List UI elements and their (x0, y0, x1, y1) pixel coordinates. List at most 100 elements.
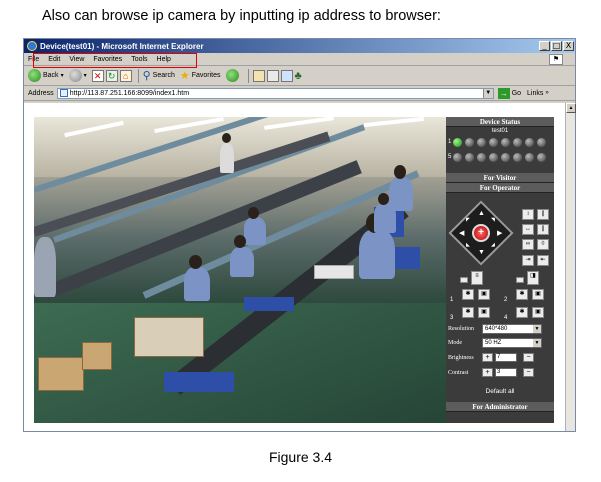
preset-tall-icon: ◨ (527, 271, 539, 285)
toolbar-divider (247, 68, 249, 83)
links-button[interactable]: Links (527, 90, 543, 97)
preset-set-icon[interactable]: ✱ (462, 289, 474, 300)
brightness-label: Brightness (448, 354, 474, 361)
mail-icon[interactable] (252, 69, 265, 82)
pan-up-icon[interactable]: ▲ (478, 210, 485, 217)
stop-horizontal-icon[interactable]: ∥ (537, 224, 549, 235)
chevron-down-icon: ▾ (83, 73, 87, 79)
for-visitor-header[interactable]: For Visitor (446, 173, 554, 183)
minimize-button[interactable]: _ (539, 41, 550, 51)
search-button[interactable]: ⚲ Search (143, 69, 175, 82)
pan-down-right-icon[interactable]: ◢ (491, 242, 495, 248)
horizontal-patrol-icon[interactable]: ↔ (522, 224, 534, 235)
media-icon[interactable] (225, 69, 239, 82)
video-paper (314, 265, 354, 279)
brightness-plus-button[interactable]: + (482, 353, 493, 362)
vertical-scrollbar[interactable]: ▲ (565, 103, 576, 431)
mode-select[interactable]: 50 HZ ▼ (482, 337, 542, 348)
title-bar: Device(test01) - Microsoft Internet Expl… (24, 39, 575, 53)
messenger-icon[interactable]: ♣ (295, 70, 302, 82)
status-led-icon (477, 152, 486, 162)
video-bin (244, 297, 294, 311)
back-button[interactable]: Back ▾ (28, 69, 64, 82)
video-worker-head (189, 255, 202, 269)
go-button[interactable]: → Go (497, 87, 522, 99)
ie-icon (27, 41, 37, 51)
preset-label: 1 (450, 297, 454, 303)
mirror-icon[interactable]: ◊ (537, 239, 549, 250)
maximize-button[interactable]: □ (551, 41, 562, 51)
status-led-icon (489, 152, 498, 162)
refresh-icon[interactable]: ↻ (105, 69, 118, 82)
page-icon (59, 89, 68, 97)
favorites-button[interactable]: ★ Favorites (180, 69, 221, 82)
status-led-icon (501, 137, 510, 147)
for-operator-header[interactable]: For Operator (446, 183, 554, 193)
back-label: Back (43, 72, 59, 79)
video-worker (184, 267, 210, 301)
for-administrator-header[interactable]: For Administrator (446, 402, 554, 412)
preset-save-icon[interactable]: ▣ (532, 289, 544, 300)
stop-icon[interactable]: ✕ (91, 69, 104, 82)
video-bin (164, 372, 234, 392)
address-input[interactable]: http://113.87.251.166:8099/index1.htm ▼ (56, 87, 494, 99)
default-all-button[interactable]: Default all (446, 388, 554, 395)
mode-value: 50 HZ (485, 339, 502, 346)
preset-label: 3 (450, 315, 454, 321)
mode-row: Mode 50 HZ ▼ (448, 337, 552, 348)
resolution-select[interactable]: 640*480 ▼ (482, 323, 542, 334)
preset-save-icon[interactable]: ▣ (478, 289, 490, 300)
preset-set-icon[interactable]: ✱ (516, 289, 528, 300)
edit-icon[interactable] (280, 69, 293, 82)
go-label: Go (511, 89, 522, 97)
print-icon[interactable] (266, 69, 279, 82)
stop-vertical-icon[interactable]: ∥ (537, 209, 549, 220)
video-worker (34, 237, 56, 297)
preset-set-icon[interactable]: ✱ (462, 307, 474, 318)
close-button[interactable]: X (563, 41, 574, 51)
pan-down-left-icon[interactable]: ◣ (466, 242, 470, 248)
preset-save-icon[interactable]: ▣ (478, 307, 490, 318)
video-worker (230, 247, 254, 277)
favorites-label: Favorites (191, 72, 221, 79)
brightness-minus-button[interactable]: − (523, 353, 534, 362)
pan-up-left-icon[interactable]: ◤ (466, 217, 470, 223)
contrast-minus-button[interactable]: − (523, 368, 534, 377)
contrast-plus-button[interactable]: + (482, 368, 493, 377)
preset-set-icon[interactable]: ✱ (516, 307, 528, 318)
pan-right-icon[interactable]: ▶ (497, 229, 502, 237)
preset-save-icon[interactable]: ▣ (532, 307, 544, 318)
brightness-value: 7 (495, 353, 517, 362)
flip-icon[interactable]: ∞ (522, 239, 534, 250)
video-box (82, 342, 112, 370)
chevron-down-icon[interactable]: ▼ (482, 88, 493, 98)
video-worker (374, 203, 396, 233)
scroll-up-icon[interactable]: ▲ (566, 103, 576, 113)
star-icon: ★ (179, 70, 190, 82)
search-label: Search (152, 72, 175, 79)
pan-left-icon[interactable]: ◀ (459, 229, 464, 237)
contrast-value: 3 (495, 368, 517, 377)
resolution-value: 640*480 (485, 325, 508, 332)
video-worker (244, 217, 266, 245)
io-off-icon[interactable]: ⇤ (537, 255, 549, 266)
back-arrow-icon (28, 69, 41, 82)
video-worker-head (222, 133, 231, 143)
ptz-center-button[interactable]: + (472, 224, 490, 242)
camera-video-feed (34, 117, 446, 423)
ptz-control-pad: ▲ ▼ ◀ ▶ ◤ ◥ ◣ ◢ + (448, 200, 514, 266)
vertical-patrol-icon[interactable]: ↕ (522, 209, 534, 220)
preset-label: 2 (504, 297, 508, 303)
preset-small-icon (460, 277, 468, 283)
pan-down-icon[interactable]: ▼ (478, 249, 485, 256)
home-icon[interactable]: ⌂ (119, 69, 132, 82)
status-led-row: 1 (446, 136, 554, 148)
toolbar: Back ▾ ▾ ✕ ↻ ⌂ ⚲ Search ★ Favorites ♣ (24, 66, 575, 86)
pan-up-right-icon[interactable]: ◥ (491, 217, 495, 223)
camera-control-panel: Device Status test01 1 5 For Visitor For… (446, 117, 554, 423)
page-content: Device Status test01 1 5 For Visitor For… (24, 103, 566, 431)
forward-button[interactable]: ▾ (68, 69, 87, 82)
go-arrow-icon: → (497, 87, 510, 99)
chevron-down-icon: ▼ (533, 338, 541, 347)
io-on-icon[interactable]: ⇥ (522, 255, 534, 266)
